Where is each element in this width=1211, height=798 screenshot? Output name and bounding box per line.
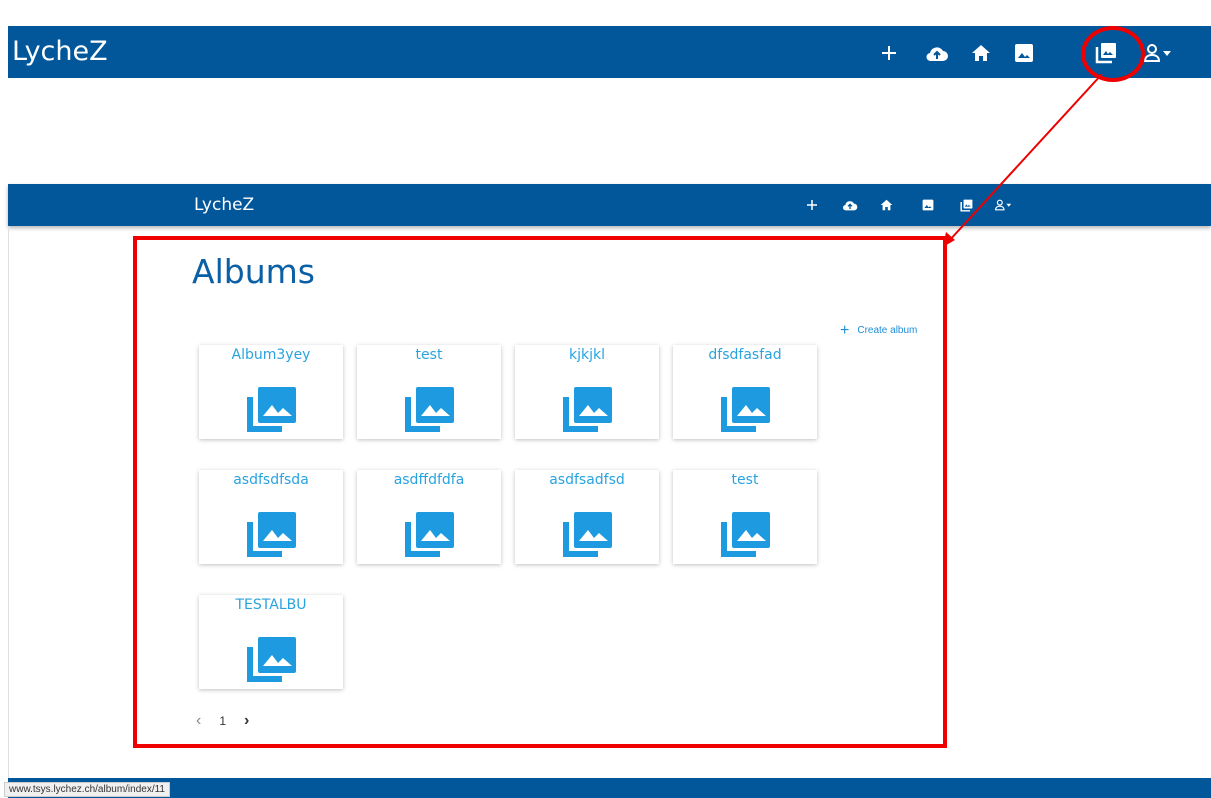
annotation-arrow — [943, 73, 1103, 247]
status-bar-url: www.tsys.lychez.ch/album/index/11 — [4, 782, 170, 797]
footer-bar — [8, 778, 1211, 798]
